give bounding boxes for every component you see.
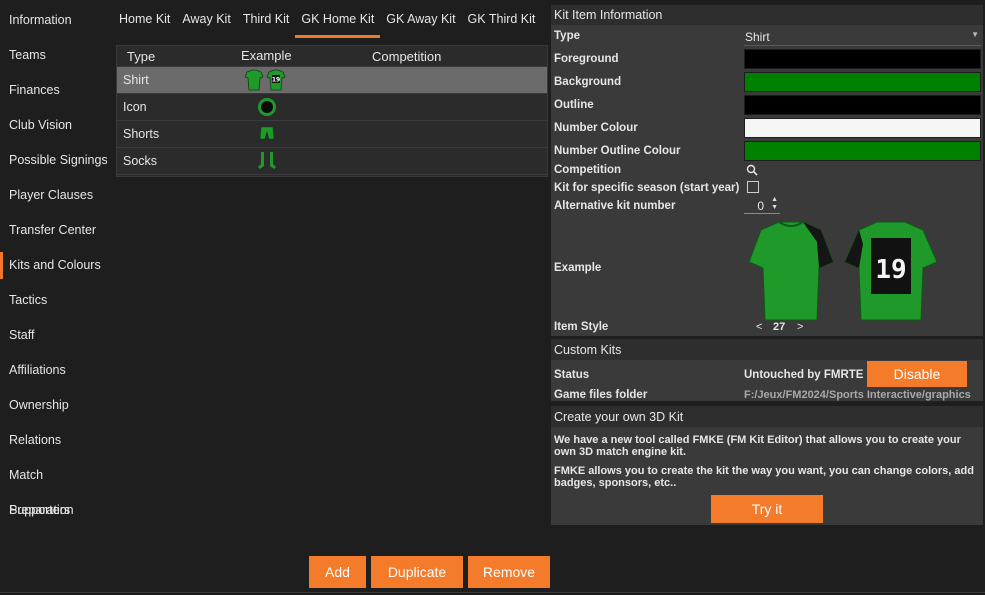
alt-kit-stepper[interactable]: 0 ▲ ▼: [744, 196, 780, 214]
nav-item-tactics[interactable]: Tactics: [0, 283, 110, 318]
foreground-color-swatch[interactable]: [744, 49, 981, 69]
nav-item-information[interactable]: Information: [0, 3, 110, 38]
custom-kits-panel: Custom Kits Status Untouched by FMRTE Di…: [551, 339, 983, 401]
column-header-example[interactable]: Example: [241, 46, 372, 66]
competition-label: Competition: [554, 164, 622, 176]
alt-kit-value: 0: [757, 199, 764, 213]
socks-icon: [241, 149, 372, 173]
specific-season-checkbox[interactable]: [747, 181, 759, 193]
item-style-next-button[interactable]: >: [797, 321, 803, 333]
panel-title: Kit Item Information: [551, 5, 983, 25]
row-type: Socks: [123, 154, 158, 168]
table-row[interactable]: Shorts: [117, 121, 547, 148]
add-button[interactable]: Add: [309, 556, 366, 588]
status-label: Status: [554, 369, 590, 381]
kit-tabs: Home Kit Away Kit Third Kit GK Home Kit …: [113, 6, 541, 38]
specific-season-label: Kit for specific season (start year): [554, 182, 740, 194]
panel-title: Custom Kits: [551, 339, 983, 360]
foreground-label: Foreground: [554, 53, 619, 65]
outline-color-swatch[interactable]: [744, 95, 981, 115]
search-icon[interactable]: [746, 164, 758, 176]
table-row[interactable]: Icon: [117, 94, 547, 121]
example-label: Example: [554, 262, 602, 274]
number-colour-swatch[interactable]: [744, 118, 981, 138]
table-row[interactable]: Shirt 19: [117, 67, 547, 94]
fmke-description-2: FMKE allows you to create the kit the wa…: [554, 465, 974, 489]
kit-circle-icon: [241, 95, 372, 119]
item-style-prev-button[interactable]: <: [756, 321, 762, 333]
column-header-competition[interactable]: Competition: [372, 46, 547, 66]
tab-gk-home-kit[interactable]: GK Home Kit: [295, 6, 381, 38]
status-value: Untouched by FMRTE: [744, 369, 864, 381]
tab-away-kit[interactable]: Away Kit: [176, 6, 236, 32]
item-style-label: Item Style: [554, 321, 609, 333]
try-it-button[interactable]: Try it: [711, 495, 823, 523]
nav-item-club-vision[interactable]: Club Vision: [0, 108, 110, 143]
nav-item-transfer-center[interactable]: Transfer Center: [0, 213, 110, 248]
type-label: Type: [554, 30, 580, 42]
outline-label: Outline: [554, 99, 594, 111]
item-style-value: 27: [773, 321, 786, 333]
nav-item-supporters[interactable]: Supporters: [0, 493, 110, 528]
nav-item-teams[interactable]: Teams: [0, 38, 110, 73]
shirt-pair-icon: 19: [241, 68, 372, 92]
sidebar-nav: Information Teams Finances Club Vision P…: [0, 0, 110, 595]
kit-front-preview: [748, 221, 834, 321]
tab-gk-away-kit[interactable]: GK Away Kit: [380, 6, 461, 32]
duplicate-button[interactable]: Duplicate: [371, 556, 463, 588]
fmke-description-1: We have a new tool called FMKE (FM Kit E…: [554, 434, 961, 458]
kit-back-preview: 19: [844, 221, 938, 321]
game-folder-path: F:/Jeux/FM2024/Sports Interactive/graphi…: [744, 389, 971, 401]
type-select-value: Shirt: [745, 30, 770, 44]
background-label: Background: [554, 76, 622, 88]
nav-item-kits-and-colours[interactable]: Kits and Colours: [0, 248, 110, 283]
tab-home-kit[interactable]: Home Kit: [113, 6, 176, 32]
kit-items-table: Type Example Competition Shirt 19 Icon S…: [116, 45, 548, 177]
svg-text:19: 19: [272, 77, 280, 84]
row-type: Shorts: [123, 127, 160, 141]
shorts-icon: [241, 122, 372, 146]
nav-item-affiliations[interactable]: Affiliations: [0, 353, 110, 388]
nav-item-ownership[interactable]: Ownership: [0, 388, 110, 423]
type-select[interactable]: Shirt ▼: [744, 27, 981, 46]
tab-third-kit[interactable]: Third Kit: [237, 6, 296, 32]
nav-item-player-clauses[interactable]: Player Clauses: [0, 178, 110, 213]
nav-item-staff[interactable]: Staff: [0, 318, 110, 353]
row-type: Shirt: [123, 73, 149, 87]
panel-title: Create your own 3D Kit: [551, 406, 983, 427]
nav-item-finances[interactable]: Finances: [0, 73, 110, 108]
nav-item-possible-signings[interactable]: Possible Signings: [0, 143, 110, 178]
shirt-number: 19: [875, 255, 906, 285]
chevron-down-icon: ▼: [971, 30, 979, 39]
number-colour-label: Number Colour: [554, 122, 638, 134]
tab-gk-third-kit[interactable]: GK Third Kit: [462, 6, 542, 32]
row-type: Icon: [123, 100, 147, 114]
alt-kit-label: Alternative kit number: [554, 200, 676, 212]
create-3d-kit-panel: Create your own 3D Kit We have a new too…: [551, 406, 983, 525]
table-header: Type Example Competition: [117, 46, 547, 67]
game-folder-label: Game files folder: [554, 389, 648, 401]
kit-item-info-panel: Kit Item Information Type Shirt ▼ Foregr…: [551, 5, 983, 336]
remove-button[interactable]: Remove: [468, 556, 550, 588]
background-color-swatch[interactable]: [744, 72, 981, 92]
nav-item-relations[interactable]: Relations: [0, 423, 110, 458]
number-outline-label: Number Outline Colour: [554, 145, 681, 157]
column-header-type[interactable]: Type: [117, 46, 241, 66]
number-outline-swatch[interactable]: [744, 141, 981, 161]
nav-item-match-preparation[interactable]: Match Preparation: [0, 458, 110, 517]
stepper-arrows-icon[interactable]: ▲ ▼: [771, 196, 778, 212]
table-row[interactable]: Socks: [117, 148, 547, 175]
bottom-divider: [0, 592, 985, 593]
disable-button[interactable]: Disable: [867, 361, 967, 387]
